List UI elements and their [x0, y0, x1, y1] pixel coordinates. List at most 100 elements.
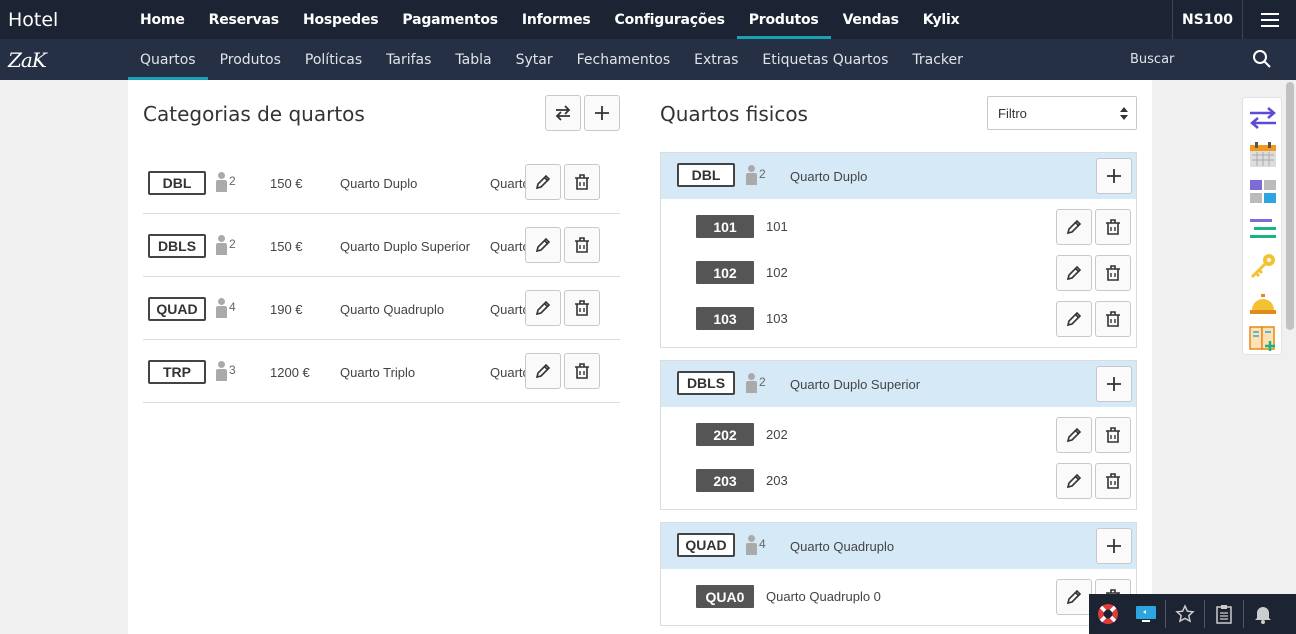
add-room-button[interactable]: [1096, 528, 1132, 564]
category-type: Quarto: [490, 302, 530, 317]
help-lifebuoy-button[interactable]: [1089, 594, 1127, 634]
trash-icon: [575, 237, 589, 253]
delete-room-button[interactable]: [1095, 255, 1131, 291]
reception-bell-icon[interactable]: [1248, 288, 1278, 318]
edit-category-button[interactable]: [525, 227, 561, 263]
person-icon: [215, 235, 227, 255]
add-category-button[interactable]: [584, 95, 620, 131]
subnav-politicas[interactable]: Políticas: [293, 39, 374, 80]
category-code: QUAD: [148, 297, 206, 321]
room-number-tag: 103: [696, 307, 754, 330]
list-lines-icon[interactable]: [1248, 214, 1278, 244]
category-row: TRP 3 1200 € Quarto Triplo Quarto: [143, 340, 620, 403]
delete-room-button[interactable]: [1095, 301, 1131, 337]
hamburger-menu-button[interactable]: [1242, 0, 1296, 39]
room-group-header: DBL 2 Quarto Duplo: [661, 153, 1136, 199]
category-price: 1200 €: [270, 365, 310, 380]
nav-produtos[interactable]: Produtos: [736, 0, 831, 39]
nav-reservas[interactable]: Reservas: [197, 0, 291, 39]
search-icon[interactable]: [1252, 49, 1272, 69]
edit-category-button[interactable]: [525, 353, 561, 389]
subnav-produtos[interactable]: Produtos: [208, 39, 293, 80]
top-right-controls: NS100: [1172, 0, 1296, 39]
reorder-categories-button[interactable]: [545, 95, 581, 131]
nav-informes[interactable]: Informes: [510, 0, 603, 39]
category-occupancy: 3: [229, 363, 236, 377]
edit-category-button[interactable]: [525, 164, 561, 200]
trash-icon: [1106, 311, 1120, 327]
edit-room-button[interactable]: [1056, 255, 1092, 291]
edit-room-button[interactable]: [1056, 579, 1092, 615]
category-name: Quarto Duplo: [340, 176, 418, 191]
subnav-fechamentos[interactable]: Fechamentos: [565, 39, 683, 80]
main-content: Categorias de quartos DBL 2 150 € Quarto…: [128, 80, 1152, 634]
subnav-tarifas[interactable]: Tarifas: [374, 39, 443, 80]
main-menu: Home Reservas Hospedes Pagamentos Inform…: [128, 0, 971, 39]
monitor-icon: [1136, 606, 1156, 622]
room-group: QUAD 4 Quarto Quadruplo QUA0 Quarto Quad…: [660, 522, 1137, 626]
category-row: DBLS 2 150 € Quarto Duplo Superior Quart…: [143, 214, 620, 277]
nav-vendas[interactable]: Vendas: [831, 0, 911, 39]
category-name: Quarto Triplo: [340, 365, 416, 380]
plus-icon: [1107, 169, 1121, 183]
group-name: Quarto Quadruplo: [790, 539, 895, 554]
category-occupancy: 4: [229, 300, 236, 314]
subnav-tabla[interactable]: Tabla: [443, 39, 503, 80]
room-group-header: DBLS 2 Quarto Duplo Superior: [661, 361, 1136, 407]
room-grid-icon[interactable]: [1248, 177, 1278, 207]
zak-logo: ZaK: [8, 47, 47, 72]
key-icon[interactable]: [1248, 251, 1278, 281]
room-row: 202 202: [661, 413, 1136, 459]
delete-category-button[interactable]: [564, 353, 600, 389]
subnav-etiquetas-quartos[interactable]: Etiquetas Quartos: [750, 39, 900, 80]
bottom-dock: [1089, 594, 1296, 634]
account-button[interactable]: NS100: [1172, 0, 1242, 39]
app-title[interactable]: Hotel: [0, 9, 128, 31]
search-input[interactable]: Buscar: [1130, 39, 1174, 80]
filter-select[interactable]: Filtro: [987, 96, 1137, 130]
room-row: 101 101: [661, 205, 1136, 251]
pencil-icon: [535, 363, 551, 379]
notes-button[interactable]: [1205, 594, 1243, 634]
delete-room-button[interactable]: [1095, 209, 1131, 245]
room-label: 202: [766, 427, 788, 442]
subnav-extras[interactable]: Extras: [682, 39, 750, 80]
trash-icon: [1106, 219, 1120, 235]
transfer-arrows-icon[interactable]: [1248, 103, 1278, 133]
favorites-button[interactable]: [1166, 594, 1204, 634]
nav-hospedes[interactable]: Hospedes: [291, 0, 390, 39]
delete-category-button[interactable]: [564, 290, 600, 326]
subnav-sytar[interactable]: Sytar: [504, 39, 565, 80]
edit-room-button[interactable]: [1056, 301, 1092, 337]
category-type: Quarto: [490, 176, 530, 191]
guest-book-add-icon[interactable]: [1248, 323, 1278, 353]
add-room-button[interactable]: [1096, 366, 1132, 402]
lifebuoy-icon: [1098, 604, 1118, 624]
notifications-button[interactable]: [1244, 594, 1282, 634]
nav-pagamentos[interactable]: Pagamentos: [390, 0, 510, 39]
swap-arrows-icon: [555, 105, 571, 121]
page-scrollbar[interactable]: [1284, 80, 1296, 634]
scrollbar-thumb[interactable]: [1286, 82, 1294, 330]
edit-room-button[interactable]: [1056, 209, 1092, 245]
delete-room-button[interactable]: [1095, 463, 1131, 499]
subnav-tracker[interactable]: Tracker: [900, 39, 975, 80]
edit-category-button[interactable]: [525, 290, 561, 326]
nav-configuracoes[interactable]: Configurações: [603, 0, 737, 39]
calendar-icon[interactable]: [1248, 140, 1278, 170]
top-navbar: Hotel Home Reservas Hospedes Pagamentos …: [0, 0, 1296, 39]
trash-icon: [575, 300, 589, 316]
nav-kylix[interactable]: Kylix: [911, 0, 972, 39]
edit-room-button[interactable]: [1056, 417, 1092, 453]
person-icon: [745, 535, 757, 555]
delete-room-button[interactable]: [1095, 417, 1131, 453]
add-room-button[interactable]: [1096, 158, 1132, 194]
subnav-quartos[interactable]: Quartos: [128, 39, 208, 80]
category-occupancy: 2: [229, 237, 236, 251]
delete-category-button[interactable]: [564, 227, 600, 263]
person-icon: [215, 172, 227, 192]
nav-home[interactable]: Home: [128, 0, 197, 39]
delete-category-button[interactable]: [564, 164, 600, 200]
screen-share-button[interactable]: [1127, 594, 1165, 634]
edit-room-button[interactable]: [1056, 463, 1092, 499]
